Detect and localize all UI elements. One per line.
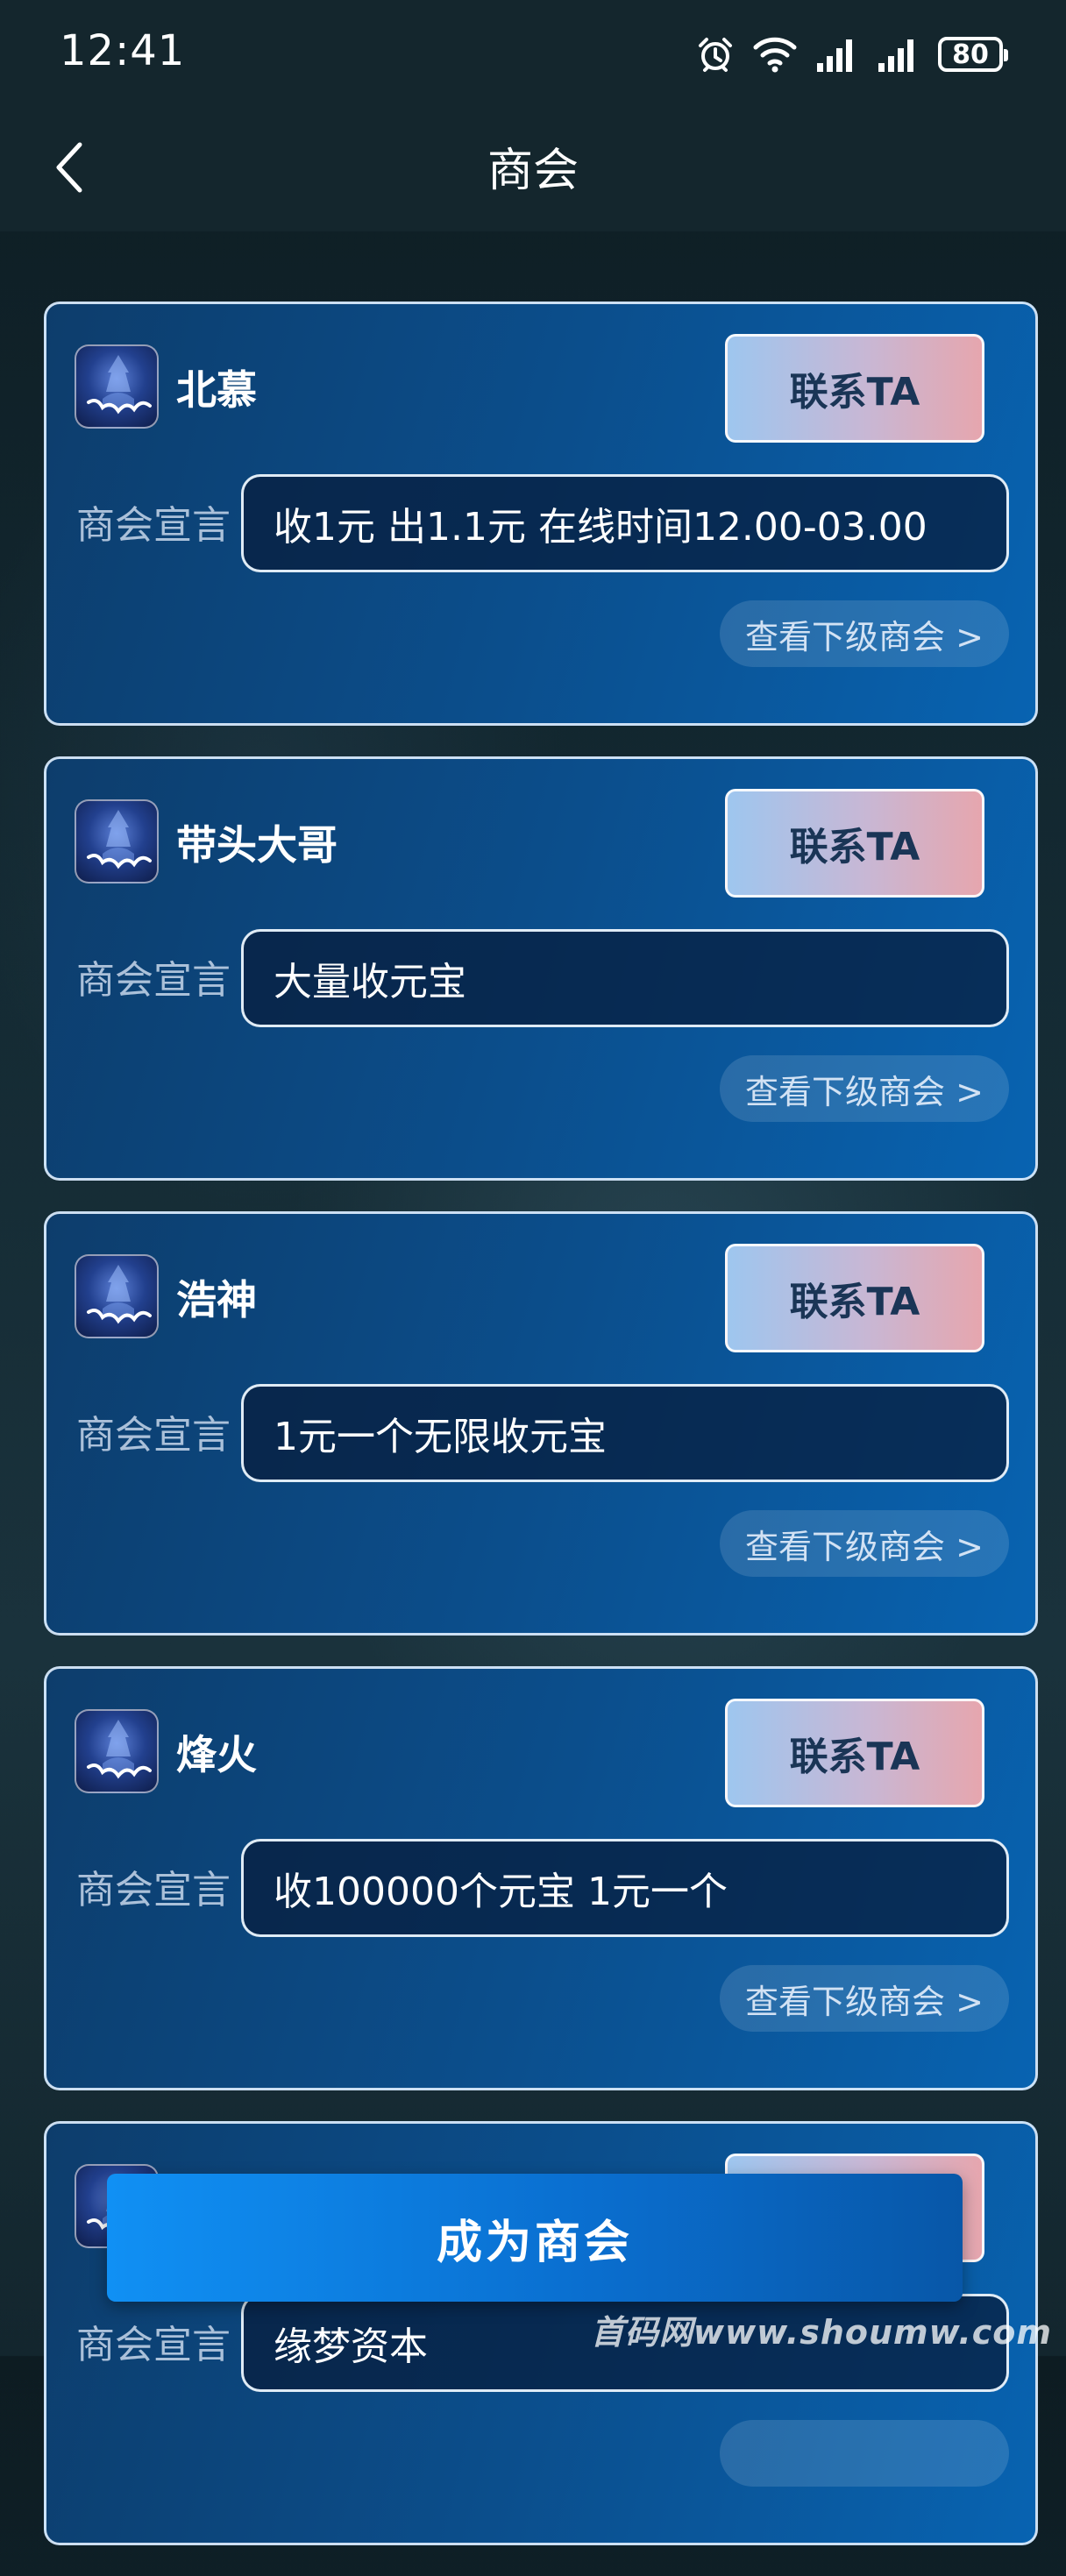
- become-chamber-button[interactable]: 成为商会: [107, 2174, 963, 2302]
- contact-button[interactable]: 联系TA: [725, 1699, 984, 1807]
- declaration-text: 收100000个元宝 1元一个: [241, 1839, 1009, 1937]
- view-sub-chambers-button[interactable]: 查看下级商会 >: [720, 1510, 1009, 1577]
- contact-button[interactable]: 联系TA: [725, 789, 984, 898]
- chamber-avatar: [75, 344, 159, 429]
- contact-button[interactable]: 联系TA: [725, 334, 984, 443]
- chamber-card: 带头大哥 联系TA 商会宣言 大量收元宝 查看下级商会 >: [44, 756, 1038, 1181]
- chamber-name: 带头大哥: [176, 821, 338, 869]
- declaration-text: 收1元 出1.1元 在线时间12.00-03.00: [241, 474, 1009, 572]
- chamber-card: 浩神 联系TA 商会宣言 1元一个无限收元宝 查看下级商会 >: [44, 1211, 1038, 1636]
- chamber-name: 浩神: [176, 1276, 257, 1323]
- view-sub-chambers-button[interactable]: [720, 2420, 1009, 2487]
- alarm-icon: [696, 35, 735, 74]
- declaration-text: 1元一个无限收元宝: [241, 1384, 1009, 1482]
- chamber-name: 烽火: [176, 1731, 257, 1778]
- declaration-label: 商会宣言: [76, 503, 231, 548]
- battery-level: 80: [952, 39, 989, 70]
- declaration-label: 商会宣言: [76, 2323, 231, 2367]
- status-time: 12:41: [60, 26, 186, 75]
- view-sub-chambers-button[interactable]: 查看下级商会 >: [720, 1055, 1009, 1122]
- watermark: 首码网www.shoumw.com: [590, 2313, 1052, 2352]
- chamber-card: 北慕 联系TA 商会宣言 收1元 出1.1元 在线时间12.00-03.00 查…: [44, 302, 1038, 726]
- declaration-text: 大量收元宝: [241, 929, 1009, 1027]
- status-bar: 12:41 80: [0, 0, 1066, 107]
- chamber-avatar: [75, 1254, 159, 1338]
- status-icons: 80: [696, 32, 1008, 77]
- declaration-label: 商会宣言: [76, 1413, 231, 1458]
- signal-icon: [815, 37, 859, 72]
- view-sub-chambers-button[interactable]: 查看下级商会 >: [720, 600, 1009, 667]
- view-sub-chambers-button[interactable]: 查看下级商会 >: [720, 1965, 1009, 2032]
- declaration-label: 商会宣言: [76, 958, 231, 1003]
- chamber-name: 北慕: [176, 366, 257, 414]
- declaration-label: 商会宣言: [76, 1868, 231, 1912]
- wifi-icon: [752, 35, 798, 74]
- battery-icon: 80: [938, 37, 1008, 72]
- contact-button[interactable]: 联系TA: [725, 1244, 984, 1352]
- chamber-avatar: [75, 1709, 159, 1793]
- signal-icon: [877, 37, 920, 72]
- title-bar: 商会: [0, 107, 1066, 231]
- chamber-card: 烽火 联系TA 商会宣言 收100000个元宝 1元一个 查看下级商会 >: [44, 1666, 1038, 2090]
- chamber-avatar: [75, 799, 159, 884]
- page-title: 商会: [487, 145, 579, 197]
